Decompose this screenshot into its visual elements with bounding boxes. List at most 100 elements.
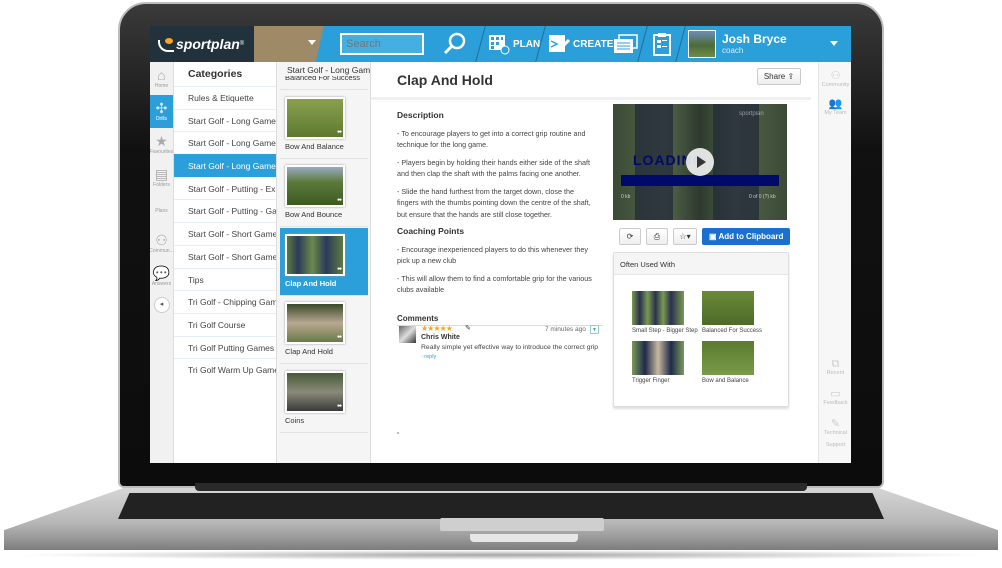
category-item[interactable]: Start Golf - Short Game: [174, 222, 276, 245]
create-button[interactable]: CREATE: [548, 26, 613, 62]
sportplan-logo[interactable]: sportplan ®: [150, 26, 254, 62]
laptop-trackpad: [440, 518, 604, 531]
right-nav-support[interactable]: Support: [819, 442, 851, 448]
drill-toolbar: ⟳ ⎙ ☆▾ ▣ Add to Clipboard: [619, 228, 791, 245]
sidebar-item-folders[interactable]: ▤ Folders: [150, 161, 173, 194]
category-item[interactable]: Start Golf - Long Game -: [174, 108, 276, 132]
right-nav-label: Feedback: [823, 400, 848, 406]
related-drill-label: Small Step - Bigger Step: [632, 328, 698, 334]
chevron-down-icon: ▼: [592, 327, 597, 333]
clipboard-icon: [653, 33, 671, 56]
drill-thumbnail: ●●: [285, 370, 345, 413]
drill-thumbnail: ●●: [285, 96, 345, 139]
right-nav-label: Community: [821, 82, 850, 88]
category-item[interactable]: Tri Golf Putting Games: [174, 335, 276, 359]
sidebar-item-label: Answers: [151, 281, 172, 287]
video-caption-left: 0 kb: [621, 194, 631, 200]
description-section: Description - To encourage players to ge…: [397, 110, 593, 302]
related-drill-label: Balanced For Success: [702, 328, 763, 334]
category-item[interactable]: Start Golf - Putting - Ga...: [174, 199, 276, 222]
sidebar-item-drills[interactable]: ✣ Drills: [150, 95, 173, 128]
reply-label: reply: [424, 354, 437, 360]
sidebar-item-answers[interactable]: 💬 Answers: [150, 260, 173, 293]
drill-thumbnail: ●●: [285, 165, 345, 207]
sidebar-item-home[interactable]: ⌂ Home: [150, 62, 173, 95]
related-drill[interactable]: Trigger Finger: [632, 341, 698, 384]
drills-icon: ✣: [155, 100, 168, 116]
right-nav-feedback[interactable]: ▭ Feedback: [819, 388, 851, 406]
right-nav-technical[interactable]: ✎ Technical: [819, 418, 851, 436]
print-button[interactable]: ⎙: [646, 228, 668, 245]
share-label: Share: [763, 72, 786, 81]
search-button[interactable]: [442, 31, 468, 57]
category-item[interactable]: Start Golf - Putting - Ex...: [174, 176, 276, 200]
related-drill[interactable]: Small Step - Bigger Step: [632, 291, 698, 334]
drill-thumb-dots: ●●: [336, 334, 342, 340]
add-to-clipboard-button[interactable]: ▣ Add to Clipboard: [702, 228, 791, 245]
laptop-keyboard: [118, 493, 884, 519]
drill-label: Bow And Balance: [285, 141, 344, 151]
cards-button[interactable]: [613, 26, 639, 62]
share-icon: ⇪: [787, 72, 795, 81]
description-paragraph: - Slide the hand furthest from the targe…: [397, 186, 591, 219]
add-to-clipboard-label: Add to Clipboard: [718, 232, 784, 241]
related-drill-label: Trigger Finger: [632, 378, 670, 384]
plan-label: PLAN: [513, 38, 541, 50]
category-item[interactable]: Rules & Etiquette: [174, 86, 276, 109]
drill-thumb-dots: ●●: [336, 197, 342, 203]
page-title: Clap And Hold: [397, 72, 493, 88]
category-item[interactable]: Tri Golf Course: [174, 312, 276, 336]
comment-menu-button[interactable]: ▼: [590, 325, 599, 334]
comment-body: Really simple yet effective way to intro…: [421, 344, 599, 351]
user-menu[interactable]: Josh Bryce coach: [688, 29, 787, 59]
favourite-button[interactable]: ☆▾: [673, 228, 697, 245]
category-item[interactable]: Tri Golf - Chipping Game: [174, 290, 276, 313]
drill-card[interactable]: ●● Coins: [280, 365, 368, 433]
sidebar-item-label: Commun...: [150, 248, 174, 254]
related-drill[interactable]: Bow and Balance: [702, 341, 768, 384]
drill-label: Clap And Hold: [285, 347, 333, 356]
reply-link[interactable]: ◌reply: [421, 354, 436, 360]
chevron-down-icon[interactable]: [830, 41, 838, 46]
often-used-with-panel: Often Used With Small Step - Bigger Step…: [613, 252, 789, 407]
share-button[interactable]: Share ⇪: [757, 68, 801, 85]
collapse-sidebar-button[interactable]: ◂: [153, 297, 170, 313]
related-drill-label: Bow and Balance: [702, 378, 749, 384]
sidebar-item-plans[interactable]: Plans: [150, 194, 173, 227]
video-player[interactable]: sportplan LOADING 0 kb 0 of 0 (?) kb: [613, 104, 787, 220]
home-icon: ⌂: [157, 67, 166, 83]
categories-panel: Categories Rules & Etiquette Start Golf -…: [174, 62, 277, 463]
category-item[interactable]: Tri Golf Warm Up Game: [174, 358, 276, 381]
comment-author: Chris White: [421, 334, 460, 341]
right-nav-community[interactable]: ⚇ Community: [819, 70, 851, 88]
create-label: CREATE: [573, 38, 614, 50]
drill-detail: Clap And Hold Share ⇪ Description - To e…: [371, 62, 811, 463]
refresh-button[interactable]: ⟳: [619, 228, 641, 245]
related-drill[interactable]: Balanced For Success: [702, 291, 768, 334]
drill-card[interactable]: ●● Clap And Hold: [280, 227, 368, 296]
category-item[interactable]: Tips: [174, 267, 276, 291]
clipboard-icon: ▣: [709, 232, 717, 241]
sidebar-item-label: Plans: [155, 207, 168, 214]
right-nav-recent[interactable]: ⧉ Recent: [819, 358, 851, 376]
search-input[interactable]: [340, 33, 424, 55]
play-button[interactable]: [686, 148, 714, 176]
category-item[interactable]: Start Golf - Long Game ...: [174, 154, 276, 177]
clipboard-button[interactable]: [652, 26, 672, 62]
drill-thumb-dots: ●●: [336, 402, 342, 409]
community-icon: ⚇: [155, 232, 168, 248]
edit-icon[interactable]: ✎: [465, 324, 471, 332]
chevron-down-icon[interactable]: [308, 40, 316, 45]
right-nav-my-team[interactable]: 👥 My Team: [819, 98, 851, 116]
divider: [675, 26, 686, 62]
drill-card[interactable]: ●● Bow And Balance: [280, 91, 368, 159]
plan-button[interactable]: PLAN: [488, 26, 540, 62]
sidebar-item-favourites[interactable]: ★ Favourites: [150, 128, 173, 161]
dot: [397, 432, 399, 434]
drill-card[interactable]: ●● Bow And Bounce: [280, 159, 368, 227]
description-paragraph: - To encourage players to get into a cor…: [397, 128, 586, 150]
drill-card[interactable]: ●● Clap And Hold: [280, 296, 368, 364]
sidebar-item-commun[interactable]: ⚇ Commun...: [150, 227, 174, 260]
category-item[interactable]: Start Golf - Long Game -: [174, 131, 276, 154]
category-item[interactable]: Start Golf - Short Game: [174, 244, 276, 268]
